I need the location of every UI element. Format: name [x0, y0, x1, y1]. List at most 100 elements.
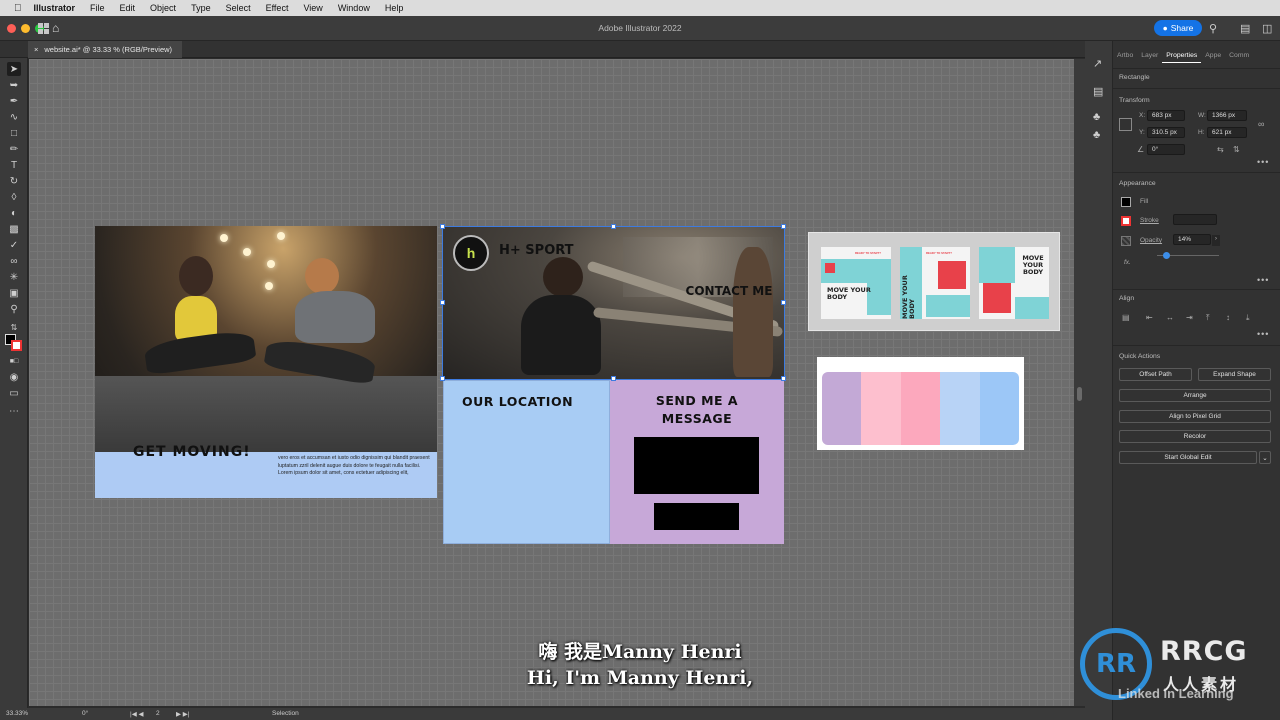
fx-label[interactable]: fx.: [1124, 259, 1131, 266]
rotate-tool-icon[interactable]: ↻: [7, 174, 21, 188]
swap-fill-stroke-icon[interactable]: ⇅: [7, 320, 21, 334]
recolor-button[interactable]: Recolor: [1119, 430, 1271, 443]
document-tab[interactable]: × website.ai* @ 33.33 % (RGB/Preview): [28, 41, 183, 58]
arrange-button[interactable]: Arrange: [1119, 389, 1271, 402]
menu-file[interactable]: File: [90, 3, 105, 13]
artboard-tool-icon[interactable]: ▣: [7, 286, 21, 300]
y-field[interactable]: 310.5 px: [1147, 127, 1185, 138]
paintbrush-tool-icon[interactable]: ✏: [7, 142, 21, 156]
artboard-social-posts[interactable]: READY TO START? MOVE YOUR BODY READY TO …: [808, 232, 1060, 331]
rectangle-tool-icon[interactable]: □: [7, 126, 21, 140]
stroke-color-swatch[interactable]: [1121, 216, 1131, 226]
more-align-icon[interactable]: •••: [1257, 329, 1269, 339]
social-post-3[interactable]: MOVE YOUR BODY: [979, 247, 1049, 319]
gradient-tool-icon[interactable]: ▩: [7, 222, 21, 236]
menu-select[interactable]: Select: [226, 3, 251, 13]
eyedropper-tool-icon[interactable]: ✓: [7, 238, 21, 252]
opacity-slider-knob[interactable]: [1162, 252, 1170, 259]
align-center-icon[interactable]: ↔: [1166, 313, 1174, 322]
menu-type[interactable]: Type: [191, 3, 211, 13]
close-tab-icon[interactable]: ×: [34, 45, 38, 54]
type-tool-icon[interactable]: T: [7, 158, 21, 172]
color-mode-icon[interactable]: ■□: [7, 354, 21, 368]
tab-comments[interactable]: Comm: [1225, 49, 1253, 63]
export-icon[interactable]: ↗: [1093, 57, 1102, 70]
search-icon[interactable]: ⚲: [1209, 22, 1217, 35]
opacity-label[interactable]: Opacity: [1140, 237, 1162, 244]
align-right-icon[interactable]: ⇥: [1186, 313, 1193, 322]
menu-view[interactable]: View: [303, 3, 322, 13]
vertical-scrollbar[interactable]: [1074, 59, 1085, 706]
align-bottom-icon[interactable]: ⤓: [1246, 313, 1250, 323]
comments-icon[interactable]: ▤: [1093, 85, 1103, 98]
angle-field[interactable]: 0°: [1147, 144, 1185, 155]
menu-help[interactable]: Help: [385, 3, 404, 13]
stroke-swatch[interactable]: [11, 340, 22, 351]
shape-builder-tool-icon[interactable]: ◐: [7, 206, 21, 220]
align-to-icon[interactable]: ▤: [1122, 313, 1130, 322]
social-post-1[interactable]: READY TO START? MOVE YOUR BODY: [821, 247, 891, 319]
opacity-field[interactable]: 14%: [1173, 234, 1211, 245]
tab-appearance[interactable]: Appe: [1201, 49, 1225, 63]
align-left-icon[interactable]: ⇤: [1146, 313, 1153, 322]
menu-object[interactable]: Object: [150, 3, 176, 13]
artboard-number[interactable]: 2: [156, 710, 160, 717]
opacity-dropdown-icon[interactable]: ›: [1212, 235, 1220, 246]
send-button-box[interactable]: [654, 503, 739, 530]
symbols-icon[interactable]: ♣: [1093, 129, 1100, 141]
zoom-level[interactable]: 33.33%: [6, 710, 28, 717]
w-field[interactable]: 1366 px: [1207, 110, 1247, 121]
apple-icon[interactable]: : [14, 3, 22, 14]
global-edit-options-icon[interactable]: ⌄: [1259, 451, 1271, 464]
menu-window[interactable]: Window: [338, 3, 370, 13]
artboard-nav-next-icons[interactable]: ▶ ▶|: [176, 710, 190, 718]
offset-path-button[interactable]: Offset Path: [1119, 368, 1192, 381]
selection-tool-icon[interactable]: ➤: [7, 62, 21, 76]
expand-shape-button[interactable]: Expand Shape: [1198, 368, 1271, 381]
align-pixel-grid-button[interactable]: Align to Pixel Grid: [1119, 410, 1271, 423]
symbol-sprayer-tool-icon[interactable]: ✳: [7, 270, 21, 284]
artboard-color-palette[interactable]: [817, 357, 1024, 450]
flip-vertical-icon[interactable]: ⇅: [1233, 145, 1240, 154]
more-appearance-icon[interactable]: •••: [1257, 275, 1269, 285]
align-middle-icon[interactable]: ↕: [1226, 313, 1230, 322]
location-panel[interactable]: OUR LOCATION: [443, 380, 610, 544]
stroke-weight-field[interactable]: [1173, 214, 1217, 225]
message-form-box[interactable]: [634, 437, 759, 494]
contact-hero-image[interactable]: h H+ SPORT CONTACT ME: [443, 227, 784, 379]
reference-point-icon[interactable]: [1119, 118, 1132, 131]
eraser-tool-icon[interactable]: ◊: [7, 190, 21, 204]
more-tools-icon[interactable]: ⋯: [7, 404, 21, 418]
arrange-documents-icon[interactable]: ▤: [1240, 22, 1250, 35]
screen-mode-icon[interactable]: ▭: [7, 386, 21, 400]
tab-artboards[interactable]: Artbo: [1113, 49, 1137, 63]
h-field[interactable]: 621 px: [1207, 127, 1247, 138]
brush-icon[interactable]: ♣: [1093, 111, 1100, 123]
workspace-icon[interactable]: ◫: [1262, 22, 1272, 35]
flip-horizontal-icon[interactable]: ⇆: [1217, 145, 1224, 154]
menu-effect[interactable]: Effect: [266, 3, 289, 13]
blend-tool-icon[interactable]: ∞: [7, 254, 21, 268]
artboard-contact[interactable]: h H+ SPORT CONTACT ME OUR LOCATION SEND …: [443, 227, 784, 544]
more-transform-icon[interactable]: •••: [1257, 157, 1269, 167]
artboard-home[interactable]: GET MOVING! vero eros et accumsan et ius…: [95, 226, 437, 498]
draw-mode-icon[interactable]: ◉: [7, 370, 21, 384]
constrain-proportions-icon[interactable]: ∞: [1258, 119, 1264, 129]
start-global-edit-button[interactable]: Start Global Edit: [1119, 451, 1257, 464]
fill-color-swatch[interactable]: [1121, 197, 1131, 207]
x-field[interactable]: 683 px: [1147, 110, 1185, 121]
share-button[interactable]: ● Share: [1154, 20, 1202, 36]
align-top-icon[interactable]: ⤒: [1206, 313, 1210, 323]
curvature-tool-icon[interactable]: ∿: [7, 110, 21, 124]
rotation-view[interactable]: 0°: [82, 710, 88, 717]
direct-selection-tool-icon[interactable]: ➥: [7, 78, 21, 92]
social-post-2[interactable]: READY TO START? MOVE YOUR BODY: [900, 247, 970, 319]
menu-edit[interactable]: Edit: [120, 3, 136, 13]
zoom-tool-icon[interactable]: ⚲: [7, 302, 21, 316]
stroke-label[interactable]: Stroke: [1140, 217, 1159, 224]
artboard-nav-icons[interactable]: |◀ ◀: [130, 710, 144, 718]
tab-layers[interactable]: Layer: [1137, 49, 1162, 63]
menu-app[interactable]: Illustrator: [34, 3, 76, 13]
pen-tool-icon[interactable]: ✒: [7, 94, 21, 108]
message-panel[interactable]: SEND ME A MESSAGE: [610, 380, 784, 544]
